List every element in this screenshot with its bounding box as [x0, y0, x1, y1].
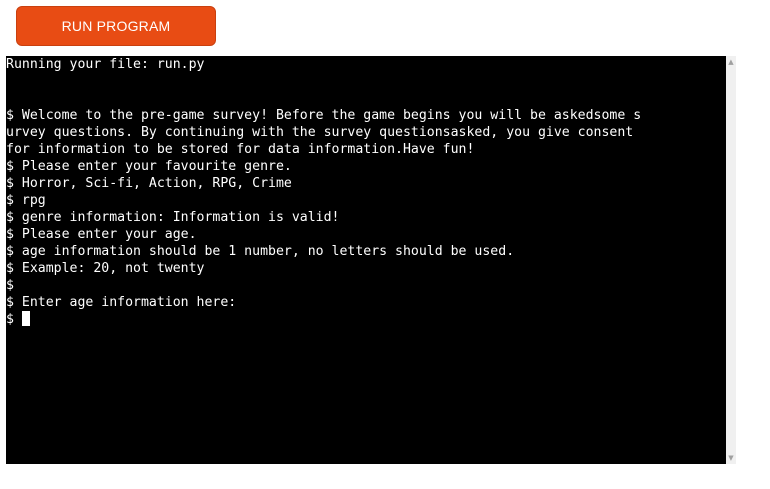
terminal-scrollbar[interactable]: ▲ ▼ [726, 56, 736, 464]
triangle-down-icon[interactable]: ▼ [727, 454, 735, 462]
text-cursor [21, 311, 30, 326]
terminal-line: $ Horror, Sci-fi, Action, RPG, Crime [6, 176, 292, 191]
terminal-line: $ rpg [6, 193, 46, 208]
terminal-line: $ Example: 20, not twenty [6, 261, 205, 276]
terminal-output[interactable]: Running your file: run.py $ Welcome to t… [6, 56, 726, 464]
terminal-line: $ genre information: Information is vali… [6, 210, 340, 225]
terminal-line: $ age information should be 1 number, no… [6, 244, 515, 259]
terminal-input-line[interactable]: $ [6, 311, 726, 328]
terminal-line: $ [6, 278, 14, 293]
terminal-prompt: $ [6, 312, 14, 327]
terminal-container: Running your file: run.py $ Welcome to t… [6, 56, 736, 464]
terminal-line: $ Please enter your favourite genre. [6, 159, 292, 174]
terminal-line: $ Welcome to the pre-game survey! Before… [6, 108, 642, 123]
terminal-line: urvey questions. By continuing with the … [6, 125, 634, 140]
triangle-up-icon[interactable]: ▲ [727, 58, 735, 66]
run-program-button[interactable]: RUN PROGRAM [16, 6, 216, 46]
terminal-line: for information to be stored for data in… [6, 142, 475, 157]
terminal-line: $ Please enter your age. [6, 227, 197, 242]
terminal-line: $ Enter age information here: [6, 295, 237, 310]
terminal-line: Running your file: run.py [6, 57, 205, 72]
